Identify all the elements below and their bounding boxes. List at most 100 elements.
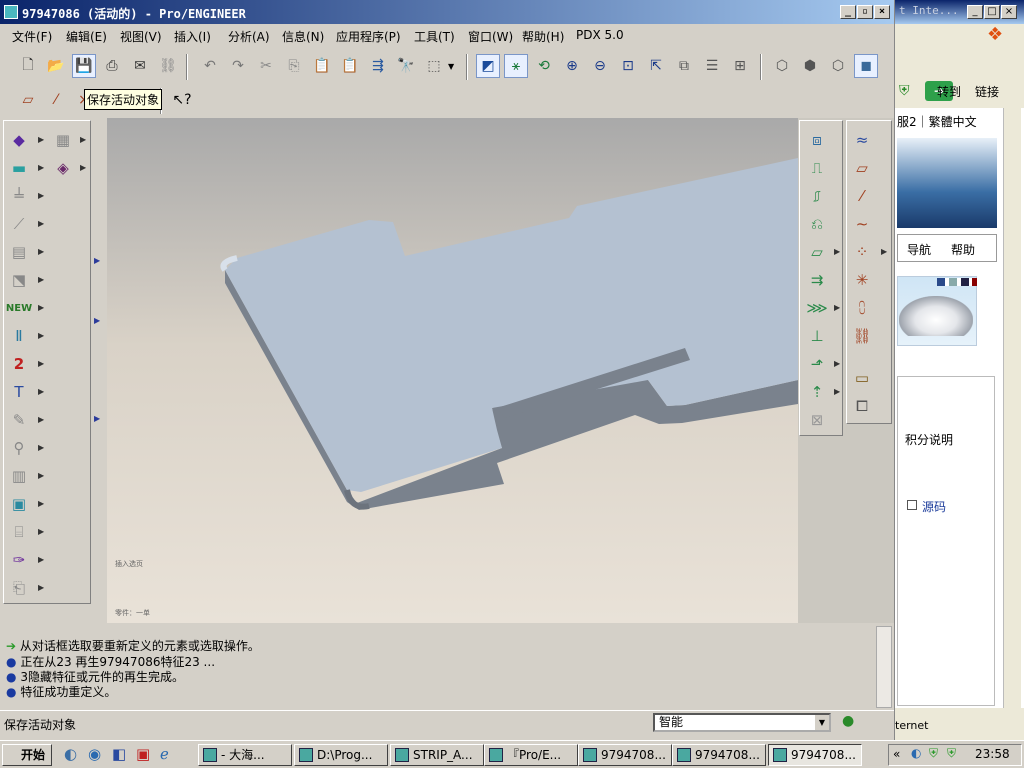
datum-curve-icon[interactable]: ∼ [851, 213, 873, 235]
hidden-line-icon[interactable]: ⬢ [798, 54, 822, 78]
datum-plane-display-icon[interactable]: ▱ [16, 88, 40, 112]
datum-plane-icon[interactable]: ▱ [851, 157, 873, 179]
merge-icon[interactable]: 2 [8, 353, 30, 375]
pattern-icon[interactable]: ▦ [52, 129, 74, 151]
minimize-button[interactable]: _ [840, 5, 856, 19]
message-scrollbar[interactable] [876, 626, 892, 708]
edge-rip-icon[interactable]: ⚲ [8, 437, 30, 459]
new-file-icon[interactable]: 🗋 [16, 54, 40, 78]
chevron-right-icon[interactable]: ▶ [38, 415, 44, 424]
browser-nav-text[interactable]: 服2｜繁體中文 [897, 113, 977, 130]
menu-help[interactable]: 帮助(H) [522, 28, 564, 45]
regenerate-icon[interactable]: ⇶ [366, 54, 390, 78]
tray-expand-icon[interactable]: « [893, 747, 900, 761]
conversion-icon[interactable]: ✑ [8, 549, 30, 571]
chevron-right-icon[interactable]: ▶ [881, 247, 887, 256]
chevron-down-icon[interactable]: ▼ [448, 62, 454, 71]
datum-sketch-icon[interactable]: ≈ [851, 129, 873, 151]
taskbar-task-active[interactable]: 9794708... [768, 744, 862, 766]
chevron-right-icon[interactable]: ▶ [38, 275, 44, 284]
taskbar-task[interactable]: 9794708... [672, 744, 766, 766]
chevron-right-icon[interactable]: ▶ [834, 387, 840, 396]
refit-icon[interactable]: ⊡ [616, 54, 640, 78]
go-button[interactable]: 转到 [937, 83, 961, 100]
chevron-right-icon[interactable]: ▶ [38, 387, 44, 396]
chevron-right-icon[interactable]: ▶ [38, 135, 44, 144]
source-checkbox[interactable] [907, 500, 917, 510]
flat-pattern-icon[interactable]: ▥ [8, 465, 30, 487]
tab-nav[interactable]: 导航 [907, 241, 931, 258]
spin-center-icon[interactable]: ⚹ [504, 54, 528, 78]
menu-insert[interactable]: 插入(I) [174, 28, 211, 45]
menu-edit[interactable]: 编辑(E) [66, 28, 107, 45]
reorient-icon[interactable]: ⇱ [644, 54, 668, 78]
taskbar-task[interactable]: D:\Prog... [294, 744, 388, 766]
chevron-right-icon[interactable]: ▶ [38, 555, 44, 564]
close-button[interactable]: × [874, 5, 890, 19]
security-icon[interactable]: ⛨ [947, 746, 956, 761]
chevron-right-icon[interactable]: ▶ [38, 583, 44, 592]
chevron-right-icon[interactable]: ▶ [38, 163, 44, 172]
new-feature-icon[interactable]: NEW [6, 297, 32, 319]
taskbar-task[interactable]: 9794708... [578, 744, 672, 766]
analysis-feature-icon[interactable]: ⩇ [851, 297, 873, 319]
chamfer-icon[interactable]: ⇉ [806, 269, 828, 291]
context-help-icon[interactable]: ↖? [170, 88, 194, 112]
orient-mode-icon[interactable]: ⟲ [532, 54, 556, 78]
merge-feature-icon[interactable]: ⊥ [806, 325, 828, 347]
menu-info[interactable]: 信息(N) [282, 28, 324, 45]
note-icon[interactable]: ▭ [851, 367, 873, 389]
rib-icon[interactable]: ⎎ [806, 185, 828, 207]
flange-icon[interactable]: ╧ [8, 185, 30, 207]
bend-icon[interactable]: ⟋ [8, 213, 30, 235]
chevron-right-icon[interactable]: ▶ [38, 471, 44, 480]
zoom-out-icon[interactable]: ⊖ [588, 54, 612, 78]
chevron-down-icon[interactable]: ▼ [815, 715, 829, 730]
annotation-icon[interactable]: ⧠ [851, 395, 873, 417]
graphics-viewport[interactable]: 插入选页 零件：一单 [107, 118, 798, 623]
ie-icon[interactable]: ℯ [160, 745, 169, 763]
layers-icon[interactable]: ☰ [700, 54, 724, 78]
taskbar-task[interactable]: - 大海... [198, 744, 292, 766]
datum-axis-icon[interactable]: ⁄ [851, 185, 873, 207]
print-icon[interactable]: ⎙ [100, 54, 124, 78]
book-icon[interactable]: ◈ [52, 157, 74, 179]
draft-icon[interactable]: ⎌ [806, 213, 828, 235]
shading-icon[interactable]: ◼ [854, 54, 878, 78]
points-label[interactable]: 积分说明 [905, 431, 953, 448]
chevron-right-icon[interactable]: ▶ [94, 414, 100, 423]
deform-area-icon[interactable]: ▣ [8, 493, 30, 515]
network-icon[interactable]: ◐ [911, 746, 921, 760]
close-button[interactable]: × [1001, 5, 1017, 19]
save-icon[interactable]: 💾 [72, 54, 96, 78]
extrude-icon[interactable]: ◆ [8, 129, 30, 151]
cut-icon[interactable]: ✂ [254, 54, 278, 78]
chevron-right-icon[interactable]: ▶ [94, 316, 100, 325]
chevron-right-icon[interactable]: ▶ [38, 359, 44, 368]
shell-icon[interactable]: ⎍ [806, 157, 828, 179]
find-icon[interactable]: 🔭 [394, 54, 418, 78]
hole-icon[interactable]: ⧈ [806, 129, 828, 151]
restore-button[interactable]: ▫ [857, 5, 873, 19]
repaint-icon[interactable]: ◩ [476, 54, 500, 78]
zoom-in-icon[interactable]: ⊕ [560, 54, 584, 78]
quicklaunch-icon[interactable]: ◧ [112, 745, 126, 763]
tab-help[interactable]: 帮助 [951, 241, 975, 258]
clock[interactable]: 23:58 [975, 747, 1010, 761]
sheetmetal-misc-icon[interactable]: ⎗ [8, 577, 30, 599]
menu-analysis[interactable]: 分析(A) [228, 28, 270, 45]
send-mail-icon[interactable]: ✉ [128, 54, 152, 78]
thicken-icon[interactable]: ⊠ [806, 409, 828, 431]
chevron-right-icon[interactable]: ▶ [38, 443, 44, 452]
links-button[interactable]: 链接 [975, 83, 999, 100]
coordinate-system-icon[interactable]: ✳ [851, 269, 873, 291]
quicklaunch-icon[interactable]: ▣ [136, 745, 150, 763]
sheetmetal-model[interactable]: 插入选页 零件：一单 [107, 118, 798, 623]
chevron-right-icon[interactable]: ▶ [38, 303, 44, 312]
copy-icon[interactable]: ⎘ [282, 54, 306, 78]
menu-tools[interactable]: 工具(T) [414, 28, 455, 45]
menu-applications[interactable]: 应用程序(P) [336, 28, 401, 45]
chevron-right-icon[interactable]: ▶ [38, 331, 44, 340]
quicklaunch-icon[interactable]: ◐ [64, 745, 77, 763]
undo-icon[interactable]: ↶ [198, 54, 222, 78]
